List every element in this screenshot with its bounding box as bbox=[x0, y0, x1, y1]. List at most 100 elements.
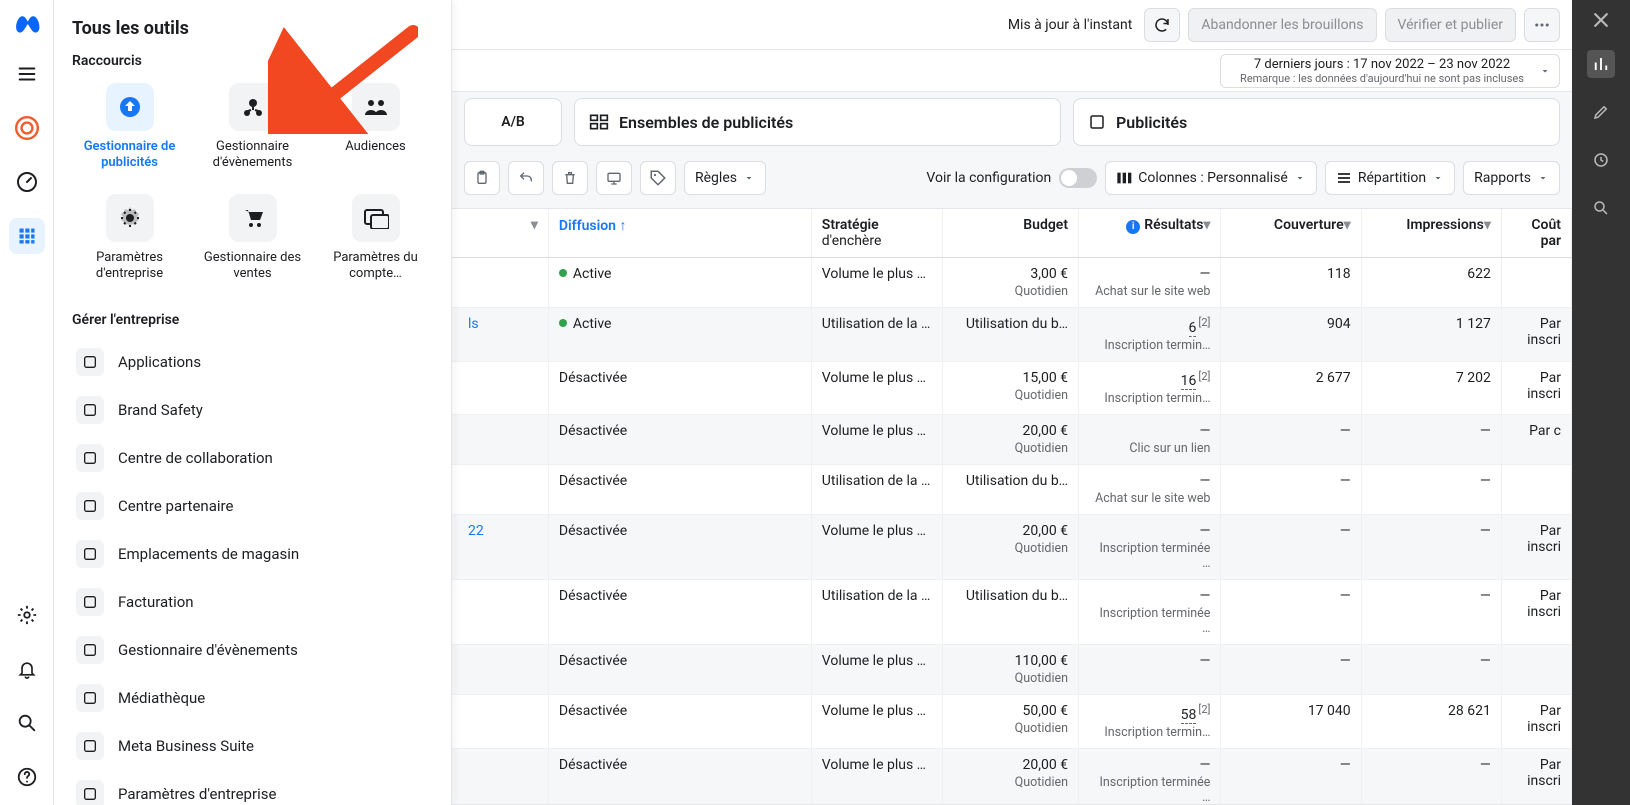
manage-item[interactable]: Brand Safety bbox=[72, 386, 433, 434]
all-tools-panel: Tous les outils Raccourcis Gestionnaire … bbox=[54, 0, 452, 805]
manage-list: Applications Brand Safety Centre de collab… bbox=[72, 338, 433, 805]
manage-item-label: Centre partenaire bbox=[118, 497, 233, 515]
trash-button[interactable] bbox=[552, 161, 588, 195]
top-bar: Mis à jour à l'instant Abandonner les br… bbox=[452, 0, 1572, 50]
discard-drafts-button[interactable]: Abandonner les brouillons bbox=[1188, 8, 1376, 42]
settings-icon[interactable] bbox=[9, 597, 45, 633]
reports-button[interactable]: Rapports bbox=[1463, 161, 1560, 195]
manage-item-label: Centre de collaboration bbox=[118, 449, 273, 467]
edit-icon[interactable] bbox=[1587, 98, 1615, 126]
ads-icon bbox=[1088, 113, 1106, 131]
panel-title: Tous les outils bbox=[72, 18, 433, 39]
date-range-picker[interactable]: 7 derniers jours : 17 nov 2022 – 23 nov … bbox=[1220, 54, 1560, 88]
meta-logo[interactable] bbox=[13, 10, 41, 38]
export-button[interactable] bbox=[596, 161, 632, 195]
manage-item[interactable]: Facturation bbox=[72, 578, 433, 626]
manage-item[interactable]: Paramètres d'entreprise bbox=[72, 770, 433, 805]
table-row[interactable]: DésactivéeVolume le plus …50,00 €Quotidi… bbox=[452, 695, 1572, 749]
manage-item-label: Meta Business Suite bbox=[118, 737, 254, 755]
col-impressions[interactable]: Impressions▾ bbox=[1361, 209, 1501, 258]
columns-button[interactable]: Colonnes : Personnalisé bbox=[1105, 161, 1317, 195]
grid-icon[interactable] bbox=[9, 218, 45, 254]
shortcut-events-manager[interactable]: Gestionnaire d'évènements bbox=[195, 79, 310, 180]
manage-item[interactable]: Emplacements de magasin bbox=[72, 530, 433, 578]
manage-item-icon bbox=[76, 444, 104, 472]
undo-button[interactable] bbox=[508, 161, 544, 195]
col-results[interactable]: iRésultats▾ bbox=[1079, 209, 1221, 258]
clock-icon[interactable] bbox=[1587, 146, 1615, 174]
manage-item-icon bbox=[76, 348, 104, 376]
table-row[interactable]: DésactivéeUtilisation de la …Utilisation… bbox=[452, 465, 1572, 515]
help-icon[interactable] bbox=[9, 759, 45, 795]
more-menu-button[interactable] bbox=[1524, 8, 1560, 42]
col-cost[interactable]: Coût par bbox=[1501, 209, 1571, 258]
left-rail bbox=[0, 0, 54, 805]
manage-item-label: Emplacements de magasin bbox=[118, 545, 299, 563]
table-row[interactable]: DésactivéeUtilisation de la …Utilisation… bbox=[452, 580, 1572, 645]
refresh-button[interactable] bbox=[1144, 8, 1180, 42]
manage-item[interactable]: Gestionnaire d'évènements bbox=[72, 626, 433, 674]
level-tabs: A/B Ensembles de publicités Publicités bbox=[452, 98, 1572, 146]
shortcut-audiences[interactable]: Audiences bbox=[318, 79, 433, 180]
col-budget[interactable]: Budget bbox=[943, 209, 1079, 258]
main-content: Mis à jour à l'instant Abandonner les br… bbox=[452, 0, 1572, 805]
manage-item-icon bbox=[76, 732, 104, 760]
bell-icon[interactable] bbox=[9, 651, 45, 687]
right-insights-rail bbox=[1572, 0, 1630, 805]
shortcut-ads-manager[interactable]: Gestionnaire de publicités bbox=[72, 79, 187, 180]
clipboard-button[interactable] bbox=[464, 161, 500, 195]
tag-button[interactable] bbox=[640, 161, 676, 195]
tab-ab[interactable]: A/B bbox=[464, 98, 562, 146]
view-config-toggle[interactable]: Voir la configuration bbox=[926, 168, 1097, 188]
gauge-icon[interactable] bbox=[9, 164, 45, 200]
manage-business-label: Gérer l'entreprise bbox=[72, 312, 433, 328]
shortcut-business-settings[interactable]: Paramètres d'entreprise bbox=[72, 190, 187, 291]
manage-item-icon bbox=[76, 540, 104, 568]
manage-item-icon bbox=[76, 396, 104, 424]
manage-item-label: Brand Safety bbox=[118, 401, 203, 419]
manage-item[interactable]: Centre partenaire bbox=[72, 482, 433, 530]
col-strategy[interactable]: Stratégied'enchère bbox=[811, 209, 942, 258]
tab-adsets[interactable]: Ensembles de publicités bbox=[574, 98, 1061, 146]
close-icon[interactable] bbox=[1591, 10, 1611, 30]
manage-item-icon bbox=[76, 780, 104, 805]
manage-item[interactable]: Applications bbox=[72, 338, 433, 386]
manage-item-icon bbox=[76, 636, 104, 664]
tab-ads[interactable]: Publicités bbox=[1073, 98, 1560, 146]
table-row[interactable]: DésactivéeVolume le plus …20,00 €Quotidi… bbox=[452, 415, 1572, 465]
table-row[interactable]: DésactivéeVolume le plus …15,00 €Quotidi… bbox=[452, 361, 1572, 415]
manage-item[interactable]: Médiathèque bbox=[72, 674, 433, 722]
shortcut-account-settings[interactable]: Paramètres du compte… bbox=[318, 190, 433, 291]
manage-item-label: Facturation bbox=[118, 593, 194, 611]
manage-item-label: Gestionnaire d'évènements bbox=[118, 641, 298, 659]
shortcut-commerce-manager[interactable]: Gestionnaire des ventes bbox=[195, 190, 310, 291]
manage-item-icon bbox=[76, 588, 104, 616]
table-row[interactable]: DésactivéeVolume le plus …20,00 €Quotidi… bbox=[452, 748, 1572, 805]
manage-item-icon bbox=[76, 684, 104, 712]
manage-item[interactable]: Meta Business Suite bbox=[72, 722, 433, 770]
table-toolbar: Règles Voir la configuration Colonnes : … bbox=[452, 154, 1572, 202]
table-row[interactable]: ActiveVolume le plus …3,00 €Quotidien—Ac… bbox=[452, 258, 1572, 308]
col-coverage[interactable]: Couverture▾ bbox=[1221, 209, 1361, 258]
hamburger-icon[interactable] bbox=[9, 56, 45, 92]
review-publish-button[interactable]: Vérifier et publier bbox=[1385, 8, 1516, 42]
search-icon[interactable] bbox=[9, 705, 45, 741]
rules-button[interactable]: Règles bbox=[684, 161, 766, 195]
breakdown-icon bbox=[1336, 171, 1352, 185]
col-diffusion[interactable]: Diffusion ↑ bbox=[548, 209, 811, 258]
shortcuts-grid: Gestionnaire de publicités Gestionnaire … bbox=[72, 79, 433, 290]
breakdown-button[interactable]: Répartition bbox=[1325, 161, 1455, 195]
manage-item-label: Paramètres d'entreprise bbox=[118, 785, 276, 803]
manage-item-label: Médiathèque bbox=[118, 689, 205, 707]
updated-text: Mis à jour à l'instant bbox=[1008, 17, 1133, 33]
chart-icon[interactable] bbox=[1587, 50, 1615, 78]
search-panel-icon[interactable] bbox=[1587, 194, 1615, 222]
ads-manager-nav-icon[interactable] bbox=[9, 110, 45, 146]
table-row[interactable]: lsActiveUtilisation de la …Utilisation d… bbox=[452, 308, 1572, 362]
manage-item[interactable]: Centre de collaboration bbox=[72, 434, 433, 482]
manage-item-label: Applications bbox=[118, 353, 201, 371]
table-row[interactable]: DésactivéeVolume le plus …110,00 €Quotid… bbox=[452, 645, 1572, 695]
data-table-wrapper[interactable]: ▾ Diffusion ↑ Stratégied'enchère Budget … bbox=[452, 208, 1572, 805]
table-row[interactable]: 22DésactivéeVolume le plus …20,00 €Quoti… bbox=[452, 515, 1572, 580]
col-first[interactable]: ▾ bbox=[452, 209, 548, 258]
